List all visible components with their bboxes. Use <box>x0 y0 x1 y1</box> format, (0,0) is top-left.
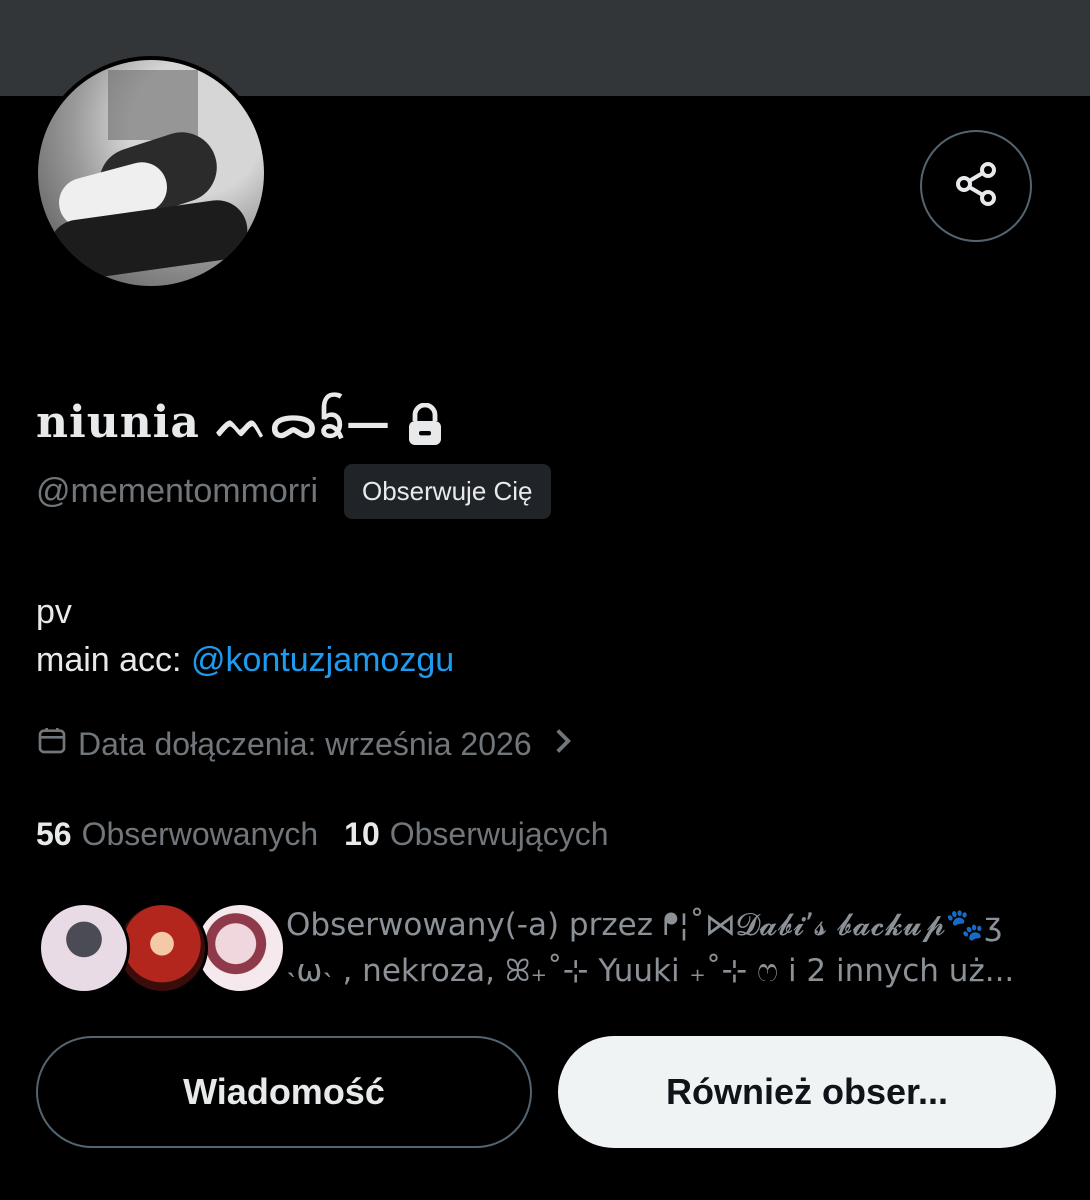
followed-by-section[interactable]: Obserwowany(-a) przez ᖰ¦˚⋈𝓓𝓪𝓫𝓲’𝓼 𝓫𝓪𝓬𝓴𝓾𝓹🐾… <box>38 900 1058 1000</box>
following-label: Obserwowanych <box>81 816 319 852</box>
bio-prefix: main acc: <box>36 641 191 679</box>
message-button[interactable]: Wiadomość <box>36 1036 532 1148</box>
followers-label: Obserwujących <box>389 816 609 852</box>
avatar-photo <box>38 60 264 286</box>
follow-stats: 56 Obserwowanych 10 Obserwujących <box>36 816 608 853</box>
follows-you-badge: Obserwuje Cię <box>344 464 551 519</box>
lock-icon <box>405 403 445 447</box>
bio-mention-link[interactable]: @kontuzjamozgu <box>191 641 454 679</box>
bio-line: pv <box>36 593 72 631</box>
chevron-right-icon <box>552 726 574 763</box>
joined-date[interactable]: Data dołączenia: września 2026 <box>36 724 574 764</box>
username-handle: @mementommorri <box>36 472 318 510</box>
share-icon <box>952 160 1000 212</box>
follow-back-button[interactable]: Również obser... <box>558 1036 1056 1148</box>
following-count: 56 <box>36 816 72 852</box>
handle-row: @mementommorri Obserwuje Cię <box>36 464 551 519</box>
followers-stat[interactable]: 10 Obserwujących <box>344 816 608 853</box>
profile-avatar[interactable] <box>34 56 268 290</box>
following-stat[interactable]: 56 Obserwowanych <box>36 816 318 853</box>
calendar-icon <box>36 724 68 764</box>
display-name: niunia ᨓᯅᨢ— <box>36 397 391 448</box>
bio-line-main-acc: main acc: @kontuzjamozgu <box>36 636 454 684</box>
bio: pv main acc: @kontuzjamozgu <box>36 588 454 684</box>
mutual-avatar <box>38 902 130 994</box>
name-row: niunia ᨓᯅᨢ— <box>36 390 445 460</box>
joined-text: Data dołączenia: września 2026 <box>78 725 532 762</box>
followers-count: 10 <box>344 816 380 852</box>
mutual-avatars <box>38 900 286 1000</box>
followed-by-line: ˴ω˴ , nekroza, ꕤ₊˚⊹ Yuuki ₊˚⊹ ෆ i 2 inny… <box>286 953 1015 989</box>
followed-by-text: Obserwowany(-a) przez ᖰ¦˚⋈𝓓𝓪𝓫𝓲’𝓼 𝓫𝓪𝓬𝓴𝓾𝓹🐾… <box>286 902 1046 994</box>
followed-by-line: Obserwowany(-a) przez ᖰ¦˚⋈𝓓𝓪𝓫𝓲’𝓼 𝓫𝓪𝓬𝓴𝓾𝓹🐾… <box>286 907 1003 943</box>
share-button[interactable] <box>920 130 1032 242</box>
